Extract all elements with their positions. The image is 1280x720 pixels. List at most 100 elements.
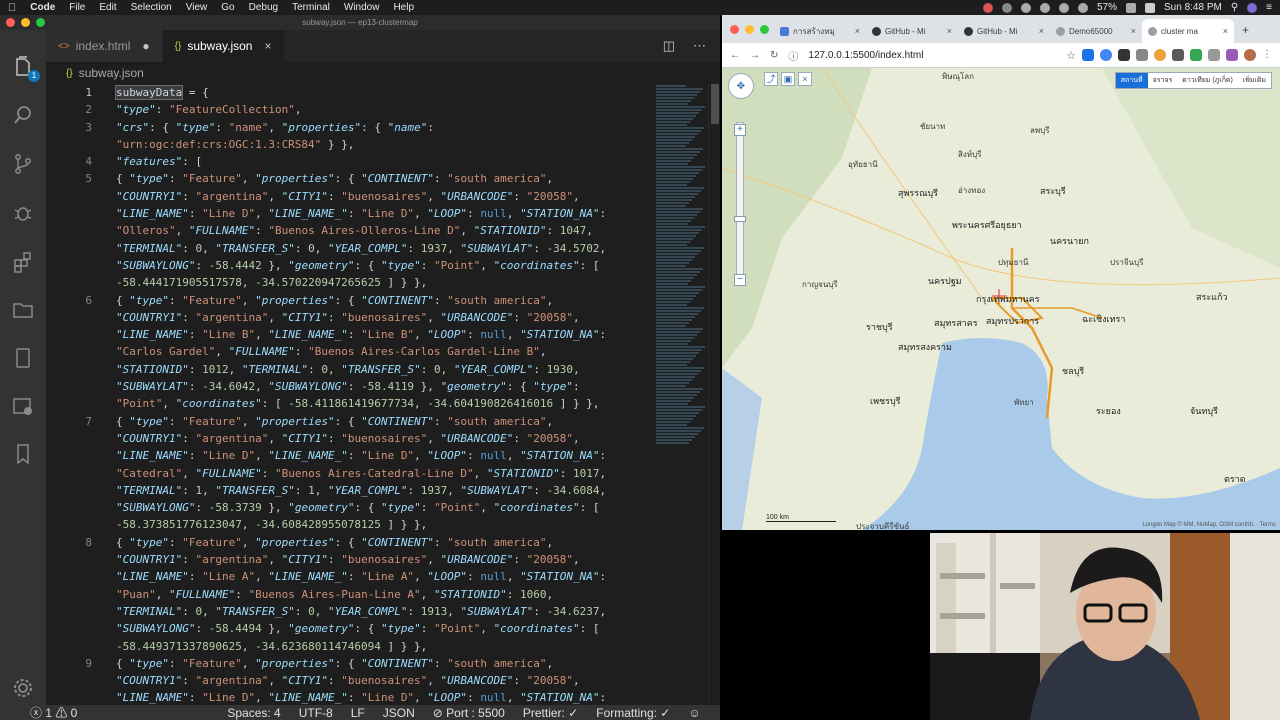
back-icon[interactable]: ← — [730, 50, 740, 61]
code-text[interactable]: "SUBWAYLONG": -58.3739 }, "geometry": { … — [116, 499, 600, 516]
encoding-indicator[interactable]: UTF-8 — [299, 706, 333, 720]
device-icon[interactable] — [11, 346, 35, 370]
close-tab-icon[interactable]: × — [1131, 26, 1136, 36]
language-mode[interactable]: JSON — [383, 706, 415, 720]
battery-icon[interactable] — [1126, 2, 1137, 13]
close-tab-icon[interactable]: × — [855, 26, 860, 36]
code-text[interactable]: "COUNTRY1": "argentina", "CITY1": "bueno… — [116, 188, 580, 205]
close-tab-icon[interactable]: × — [1039, 26, 1044, 36]
code-text[interactable]: "LINE_NAME": "Line B", "LINE_NAME_": "Li… — [116, 326, 606, 343]
code-line[interactable]: 4 "features": [ — [46, 153, 654, 170]
menu-go[interactable]: Go — [221, 2, 234, 13]
editor-scrollbar[interactable] — [708, 84, 720, 705]
menu-window[interactable]: Window — [344, 2, 380, 13]
extension-icon[interactable] — [1082, 49, 1094, 61]
record-icon[interactable] — [983, 2, 993, 13]
code-line[interactable]: "urn:ogc:def:crs:OGC:1.3:CRS84" } }, — [46, 136, 654, 153]
code-line[interactable]: "COUNTRY1": "argentina", "CITY1": "bueno… — [46, 309, 654, 326]
close-tab-icon[interactable]: × — [947, 26, 952, 36]
problems-indicator[interactable]: ⓧ 1 ⚠ 0 — [30, 704, 77, 720]
user-avatar-icon[interactable] — [1247, 2, 1258, 13]
code-line[interactable]: "TERMINAL": 0, "TRANSFER_S": 0, "YEAR_CO… — [46, 240, 654, 257]
code-text[interactable]: { "type": "Feature", "properties": { "CO… — [116, 534, 553, 551]
code-text[interactable]: { "type": "Feature", "properties": { "CO… — [116, 413, 553, 430]
zoom-in-button[interactable]: + — [734, 124, 746, 136]
layer-button-place[interactable]: สถานที่ — [1115, 73, 1148, 88]
tab-index-html[interactable]: <> index.html ● — [46, 30, 163, 62]
drive-icon[interactable] — [1002, 2, 1012, 13]
more-actions-icon[interactable]: ⋯ — [693, 38, 706, 54]
scroll-thumb[interactable] — [711, 84, 719, 124]
layer-button-traffic[interactable]: จราจร — [1148, 73, 1178, 88]
code-line[interactable]: -58.449371337890625, -34.623680114746094… — [46, 638, 654, 655]
extension-icon[interactable] — [1208, 49, 1220, 61]
code-text[interactable]: subwayData = { — [114, 84, 209, 101]
bookmark-star-icon[interactable]: ☆ — [1066, 49, 1076, 62]
code-line[interactable]: "COUNTRY1": "argentina", "CITY1": "bueno… — [46, 430, 654, 447]
code-text[interactable]: "TERMINAL": 0, "TRANSFER_S": 0, "YEAR_CO… — [116, 240, 606, 257]
code-line[interactable]: "TERMINAL": 0, "TRANSFER_S": 0, "YEAR_CO… — [46, 603, 654, 620]
new-tab-button[interactable]: + — [1242, 23, 1249, 37]
code-text[interactable]: { "type": "Feature", "properties": { "CO… — [116, 292, 553, 309]
code-line[interactable]: "LINE_NAME": "Line A", "LINE_NAME_": "Li… — [46, 568, 654, 585]
code-text[interactable]: "COUNTRY1": "argentina", "CITY1": "bueno… — [116, 551, 580, 568]
code-line[interactable]: "LINE_NAME": "Line D", "LINE_NAME_": "Li… — [46, 689, 654, 705]
extension-icon[interactable] — [1118, 49, 1130, 61]
extension-icon[interactable] — [1226, 49, 1238, 61]
debug-icon[interactable] — [11, 201, 35, 225]
close-tab-icon[interactable]: × — [264, 39, 271, 53]
code-line[interactable]: "LINE_NAME": "Line D", "LINE_NAME_": "Li… — [46, 447, 654, 464]
code-text[interactable]: "TERMINAL": 1, "TRANSFER_S": 1, "YEAR_CO… — [116, 482, 606, 499]
code-text[interactable]: "Puan", "FULLNAME": "Buenos Aires-Puan-L… — [116, 586, 553, 603]
folder-icon[interactable] — [11, 298, 35, 322]
menu-app-name[interactable]: Code — [30, 2, 55, 13]
profile-avatar[interactable] — [1244, 49, 1256, 61]
menubar-clock[interactable]: Sun 8:48 PM — [1164, 2, 1222, 13]
code-line[interactable]: "Carlos Gardel", "FULLNAME": "Buenos Air… — [46, 343, 654, 360]
map-tool-icon[interactable]: ⤴ — [764, 72, 778, 86]
zoom-slider-handle[interactable] — [734, 216, 746, 222]
browser-tab[interactable]: GitHub - Mi × — [866, 19, 958, 43]
code-text[interactable]: "COUNTRY1": "argentina", "CITY1": "bueno… — [116, 309, 580, 326]
zoom-out-button[interactable]: − — [734, 274, 746, 286]
code-text[interactable]: "LINE_NAME": "Line D", "LINE_NAME_": "Li… — [116, 447, 606, 464]
code-line[interactable]: "Point", "coordinates": [ -58.4118614196… — [46, 395, 654, 412]
minimize-window-button[interactable] — [21, 18, 30, 27]
browser-tab[interactable]: GitHub - Mi × — [958, 19, 1050, 43]
code-text[interactable]: { "type": "Feature", "properties": { "CO… — [116, 170, 553, 187]
code-text[interactable]: "SUBWAYLONG": -58.4494 }, "geometry": { … — [116, 620, 600, 637]
code-text[interactable]: "LINE_NAME": "Line A", "LINE_NAME_": "Li… — [116, 568, 606, 585]
notification-icon[interactable] — [1040, 2, 1050, 13]
code-line[interactable]: "TERMINAL": 1, "TRANSFER_S": 1, "YEAR_CO… — [46, 482, 654, 499]
code-text[interactable]: "LINE_NAME": "Line D", "LINE_NAME_": "Li… — [116, 689, 606, 705]
code-text[interactable]: "SUBWAYLONG": -58.4442 }, "geometry": { … — [116, 257, 600, 274]
code-text[interactable]: "urn:ogc:def:crs:OGC:1.3:CRS84" } }, — [116, 136, 354, 153]
code-line[interactable]: -58.444171905517578, -34.570220947265625… — [46, 274, 654, 291]
code-text[interactable]: "COUNTRY1": "argentina", "CITY1": "bueno… — [116, 672, 580, 689]
code-text[interactable]: "Olleros", "FULLNAME": "Buenos Aires-Oll… — [116, 222, 593, 239]
code-line[interactable]: "LINE_NAME": "Line D", "LINE_NAME_": "Li… — [46, 205, 654, 222]
extension-icon[interactable] — [1100, 49, 1112, 61]
source-control-icon[interactable] — [11, 152, 35, 176]
code-text[interactable]: "STATIONID": 1012, "TERMINAL": 0, "TRANS… — [116, 361, 580, 378]
extension-icon[interactable] — [1154, 49, 1166, 61]
extension-icon[interactable] — [1136, 49, 1148, 61]
eol-indicator[interactable]: LF — [351, 706, 365, 720]
code-line[interactable]: "COUNTRY1": "argentina", "CITY1": "bueno… — [46, 551, 654, 568]
split-editor-icon[interactable]: ◫ — [663, 38, 675, 54]
close-window-button[interactable] — [6, 18, 15, 27]
tab-subway-json[interactable]: {} subway.json × — [162, 30, 285, 62]
search-icon[interactable] — [11, 103, 35, 127]
feedback-icon[interactable]: ☺ — [688, 706, 700, 720]
info-icon[interactable]: ⓘ — [788, 48, 798, 63]
menu-file[interactable]: File — [69, 2, 85, 13]
prettier-status[interactable]: Prettier: ✓ — [523, 706, 578, 720]
code-text[interactable]: -58.373851776123047, -34.608428955078125… — [116, 516, 427, 533]
code-line[interactable]: -58.373851776123047, -34.608428955078125… — [46, 516, 654, 533]
chrome-menu-icon[interactable]: ⋮ — [1262, 49, 1272, 61]
menu-selection[interactable]: Selection — [131, 2, 172, 13]
close-window-button[interactable] — [730, 25, 739, 34]
code-line[interactable]: "SUBWAYLAT": -34.6042, "SUBWAYLONG": -58… — [46, 378, 654, 395]
extension-icon[interactable] — [1190, 49, 1202, 61]
breadcrumb-file[interactable]: subway.json — [79, 66, 144, 80]
